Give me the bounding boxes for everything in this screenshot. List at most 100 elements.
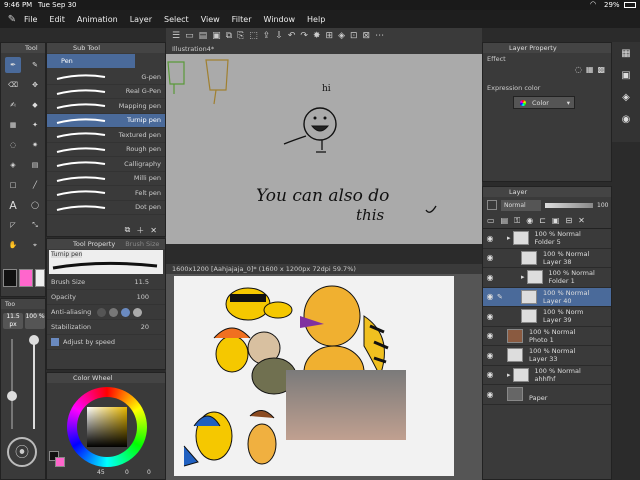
sub-color-swatch[interactable]	[19, 269, 33, 287]
visibility-eye-icon[interactable]: ◉	[483, 331, 497, 340]
antialiasing-row[interactable]: Anti-aliasing	[47, 305, 165, 320]
clip-layer-icon[interactable]: ⊏	[539, 216, 546, 225]
layer-row[interactable]: ◉ 100 % Norm Layer 39	[483, 307, 611, 327]
brush-item[interactable]: Real G-Pen	[47, 85, 165, 99]
aa-medium-option[interactable]	[121, 307, 131, 317]
layer-color-icon[interactable]	[487, 200, 497, 210]
brush-item[interactable]: G-pen	[47, 70, 165, 85]
new-folder-icon[interactable]: ▤	[501, 216, 509, 225]
merge-icon[interactable]: ⊟	[565, 216, 572, 225]
visibility-eye-icon[interactable]: ◉	[483, 390, 497, 399]
figure-tool-icon[interactable]: □	[5, 177, 21, 193]
layer-row[interactable]: ◉ Paper	[483, 385, 611, 405]
opacity-row[interactable]: Opacity 100	[47, 290, 165, 305]
menu-select[interactable]: Select	[164, 15, 189, 24]
brush-item[interactable]: Felt pen	[47, 186, 165, 201]
visibility-eye-icon[interactable]: ◉	[483, 370, 497, 379]
folder-expand-icon[interactable]: ▸	[507, 234, 511, 242]
menu-edit[interactable]: Edit	[49, 15, 65, 24]
menu-file[interactable]: File	[24, 15, 37, 24]
layer-row[interactable]: ◉ ▸ 100 % Normal ahhfhf	[483, 366, 611, 385]
eraser-tool-icon[interactable]: ⌫	[5, 77, 21, 93]
size-slider-track[interactable]	[11, 339, 13, 429]
brush-item[interactable]: Rough pen	[47, 143, 165, 157]
layer-row[interactable]: ◉ 100 % Normal Layer 33	[483, 346, 611, 366]
save-icon[interactable]: ▣	[212, 31, 221, 41]
auto-select-icon[interactable]: ✦	[27, 117, 43, 133]
paste-icon[interactable]: ⎘	[237, 31, 244, 41]
deselect-icon[interactable]: ⊡	[350, 31, 358, 41]
redo-icon[interactable]: ↷	[300, 31, 308, 41]
balloon-tool-icon[interactable]: ◯	[27, 197, 43, 213]
select-rect-icon[interactable]: ▦	[5, 117, 21, 133]
line-tool-icon[interactable]: ╱	[27, 177, 43, 193]
layer-edit-icon[interactable]: ✎	[497, 293, 507, 301]
menu-help[interactable]: Help	[307, 15, 325, 24]
canvas2-drawing-area[interactable]	[174, 276, 454, 476]
lock-icon[interactable]: ⚿	[514, 216, 520, 226]
selection-settings-icon[interactable]: ✸	[313, 31, 321, 41]
transparent-color-swatch[interactable]	[35, 269, 45, 287]
saturation-value-square[interactable]	[87, 407, 127, 447]
brush-size-tab[interactable]: Brush Size	[125, 240, 159, 248]
material-icon[interactable]: ◉	[612, 108, 640, 130]
brush-item[interactable]: Dot pen	[47, 201, 165, 215]
invert-selection-icon[interactable]: ⊠	[363, 31, 371, 41]
aa-weak-option[interactable]	[109, 307, 119, 317]
export-icon[interactable]: ⇪	[263, 31, 271, 41]
clear-icon[interactable]: ⊞	[326, 31, 334, 41]
border-effect-icon[interactable]: ◌	[575, 65, 582, 74]
main-color-swatch[interactable]	[3, 269, 17, 287]
menu-window[interactable]: Window	[263, 15, 295, 24]
menu-icon[interactable]: ☰	[172, 31, 180, 41]
folder-expand-icon[interactable]: ▸	[521, 273, 525, 281]
navigator-icon[interactable]: ▦	[612, 42, 640, 64]
ruler-tool-icon[interactable]: ◸	[5, 217, 21, 233]
layer-row[interactable]: ◉ ▸ 100 % Normal Folder 1	[483, 268, 611, 288]
adjust-speed-row[interactable]: Adjust by speed	[47, 335, 165, 350]
delete-subtool-icon[interactable]: ✕	[150, 226, 157, 235]
menu-layer[interactable]: Layer	[130, 15, 152, 24]
canvas2-tab[interactable]: 1600x1200 [Aahjajaja_0]* (1600 x 1200px …	[166, 264, 482, 274]
blend-mode-dropdown[interactable]: Normal	[501, 199, 541, 211]
expression-color-dropdown[interactable]: Color ▾	[513, 96, 575, 109]
visibility-eye-icon[interactable]: ◉	[483, 292, 497, 301]
new-raster-layer-icon[interactable]: ▭	[487, 216, 495, 225]
delete-layer-icon[interactable]: ✕	[578, 216, 585, 225]
brush-item[interactable]: Milli pen	[47, 172, 165, 186]
more-icon[interactable]: ⋯	[375, 31, 384, 41]
copy-subtool-icon[interactable]: ⧉	[125, 225, 131, 235]
mask-icon[interactable]: ▣	[552, 216, 560, 225]
pen-tool-icon[interactable]: ✒	[5, 57, 21, 73]
aa-strong-option[interactable]	[133, 307, 143, 317]
text-tool-icon[interactable]: A	[5, 197, 21, 213]
eyedropper-icon[interactable]: ⌖	[27, 237, 43, 253]
cw-sub-color[interactable]	[55, 457, 65, 467]
canvas1-drawing-area[interactable]: hi You can also do this	[166, 54, 482, 244]
adjust-speed-checkbox[interactable]	[51, 338, 59, 346]
brush-item[interactable]: Turnip pen	[47, 113, 165, 128]
brush-tool-icon[interactable]: ✍	[5, 97, 21, 113]
layer-row[interactable]: ◉ ✎ 100 % Normal Layer 40	[483, 287, 611, 307]
layer-row[interactable]: ◉ 100 % Normal Layer 38	[483, 249, 611, 268]
menu-filter[interactable]: Filter	[232, 15, 252, 24]
visibility-eye-icon[interactable]: ◉	[483, 234, 497, 243]
tone-effect-icon[interactable]: ▦	[586, 65, 594, 74]
brush-item[interactable]: Calligraphy	[47, 157, 165, 172]
magic-wand-icon[interactable]: ✷	[27, 137, 43, 153]
visibility-eye-icon[interactable]: ◉	[483, 273, 497, 282]
canvas1-tab[interactable]: Illustration4*	[166, 44, 482, 54]
visibility-eye-icon[interactable]: ◉	[483, 253, 497, 262]
new-file-icon[interactable]: ▭	[185, 31, 194, 41]
app-logo-icon[interactable]: ✎	[0, 14, 24, 25]
brush-item[interactable]: Textured pen	[47, 128, 165, 143]
lasso-tool-icon[interactable]: ◌	[5, 137, 21, 153]
layer-opacity-slider[interactable]	[545, 202, 593, 208]
layer-row[interactable]: ◉ ▸ 100 % Normal Folder 5	[483, 229, 611, 249]
reference-layer-icon[interactable]: ◉	[526, 216, 533, 225]
correct-line-icon[interactable]: ⤡	[27, 217, 43, 233]
brush-size-row[interactable]: Brush Size 11.5	[47, 275, 165, 290]
modifier-key-icon[interactable]: ⦿	[7, 437, 37, 467]
gradient-tool-icon[interactable]: ▤	[27, 157, 43, 173]
layers-icon[interactable]: ◈	[612, 86, 640, 108]
